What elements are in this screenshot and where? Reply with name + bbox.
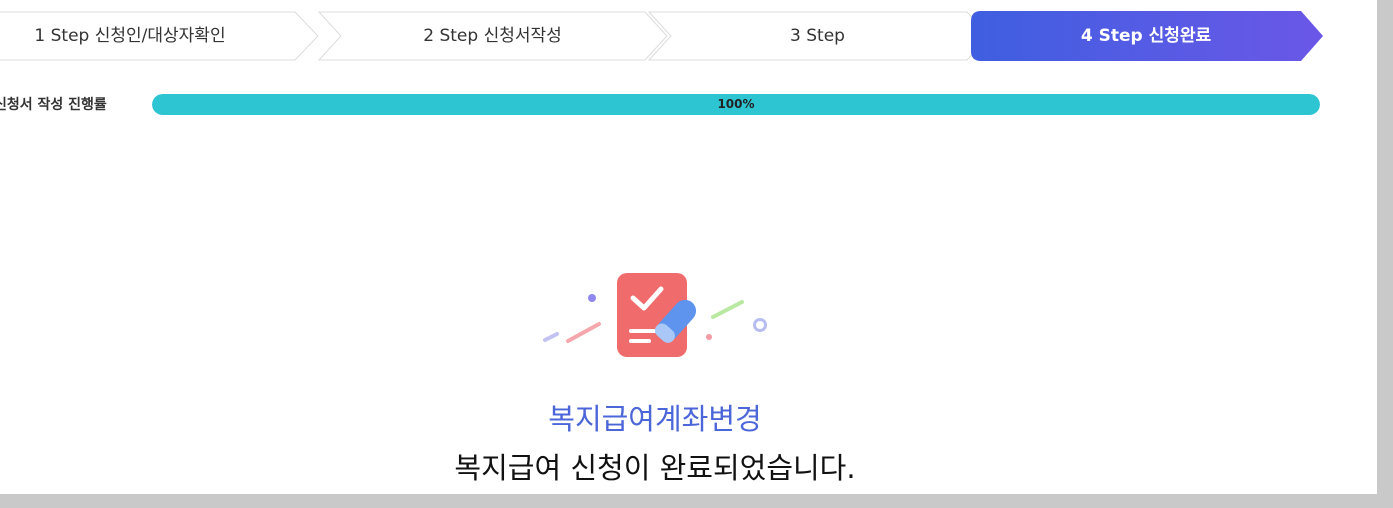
step-2: 2 Step 신청서작성 (315, 11, 670, 61)
step-2-label: 2 Step 신청서작성 (423, 26, 562, 46)
progress-percent: 100% (717, 97, 755, 111)
step-4-label: 4 Step 신청완료 (1080, 26, 1212, 46)
step-4: 4 Step 신청완료 (971, 11, 1325, 61)
step-indicator: 1 Step 신청인/대상자확인 2 Step 신청서작성 3 Step 4 S… (0, 11, 1325, 61)
completion-message: 복지급여 신청이 완료되었습니다. (454, 451, 856, 485)
step-1-label: 1 Step 신청인/대상자확인 (34, 26, 226, 46)
application-complete-page: 1 Step 신청인/대상자확인 2 Step 신청서작성 3 Step 4 S… (0, 0, 1377, 494)
step-3: 3 Step (645, 11, 990, 61)
service-name: 복지급여계좌변경 (548, 402, 762, 436)
step-1: 1 Step 신청인/대상자확인 (0, 11, 340, 61)
checklist-with-pencil-icon (543, 273, 767, 357)
step-3-label: 3 Step (790, 26, 845, 46)
progress-bar: 100% (152, 94, 1320, 115)
progress-label: 신청서 작성 진행률 (0, 97, 107, 113)
